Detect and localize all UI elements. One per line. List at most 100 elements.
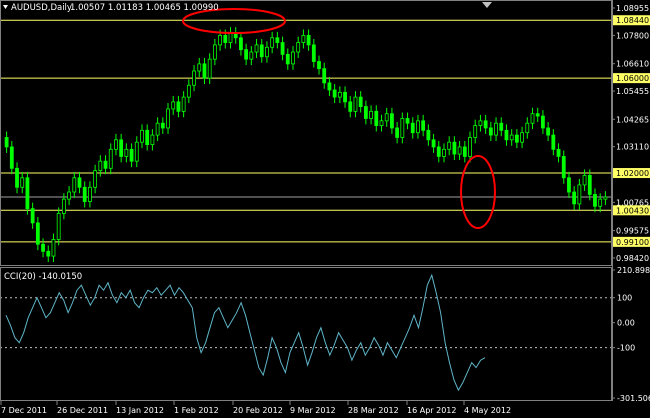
candle-body xyxy=(239,37,243,51)
candle-body xyxy=(322,68,327,84)
candle-body xyxy=(587,175,592,195)
candle-body xyxy=(379,120,384,126)
candle-body xyxy=(155,122,160,136)
candle-body xyxy=(134,141,139,162)
candle-body xyxy=(4,137,9,148)
candle-body xyxy=(15,167,19,188)
cci-line xyxy=(5,273,486,392)
candle-body xyxy=(20,177,25,188)
candle-body xyxy=(301,35,306,43)
price-tick-label: 0.99575 xyxy=(616,227,649,236)
level-price-label: 1.08440 xyxy=(616,16,649,25)
candle-body xyxy=(384,113,389,122)
candle-body xyxy=(254,44,259,53)
candle-body xyxy=(416,120,420,134)
candle-body xyxy=(228,32,233,43)
candle-body xyxy=(306,35,311,46)
candle-body xyxy=(119,139,124,157)
candle-body xyxy=(426,129,431,141)
time-axis-label: 28 Mar 2012 xyxy=(348,406,399,415)
candle-body xyxy=(108,148,113,169)
candle-body xyxy=(488,127,493,136)
candle-body xyxy=(348,101,353,112)
candle-body xyxy=(514,134,519,143)
candle-body xyxy=(212,44,217,60)
candle-body xyxy=(35,222,40,245)
chart-collapse-icon[interactable] xyxy=(3,5,8,9)
candle-body xyxy=(72,177,77,193)
price-tick-label: 1.04265 xyxy=(616,115,649,124)
candle-body xyxy=(473,125,478,138)
candle-body xyxy=(291,51,295,65)
candle-body xyxy=(181,96,186,112)
chart-canvas[interactable]: 1.08955 1.07800 1.06610 1.05455 1.04265 1.031… xyxy=(0,0,650,418)
ohlc-label: 1.00507 1.01183 1.00465 1.00990 xyxy=(70,3,219,13)
candle-body xyxy=(51,239,56,257)
candle-body xyxy=(436,146,441,157)
cci-tick-label: 0.00 xyxy=(617,319,635,328)
candle-body xyxy=(145,129,150,145)
candle-body xyxy=(218,35,222,46)
main-panel-frame xyxy=(0,0,612,266)
candle-body xyxy=(103,160,108,169)
candle-body xyxy=(140,129,144,143)
price-tick-label: 0.98420 xyxy=(616,254,649,263)
level-price-label: 0.99100 xyxy=(616,238,649,247)
candle-body xyxy=(494,122,498,136)
candle-body xyxy=(46,250,51,257)
time-axis-label: 13 Jan 2012 xyxy=(116,406,164,415)
candle-body xyxy=(530,113,535,124)
candle-body xyxy=(405,118,410,124)
bottom-ellipse-annotation[interactable] xyxy=(460,155,496,229)
candle-body xyxy=(598,198,603,207)
chart-shift-icon[interactable] xyxy=(482,2,492,8)
candle-body xyxy=(25,177,30,210)
candle-body xyxy=(509,134,514,141)
time-axis-label: 4 May 2012 xyxy=(464,406,511,415)
time-axis-label: 16 Apr 2012 xyxy=(407,406,456,415)
candle-body xyxy=(369,110,373,119)
candle-body xyxy=(41,243,45,252)
candle-body xyxy=(395,127,400,138)
candle-body xyxy=(275,37,280,43)
candle-body xyxy=(61,198,66,214)
candle-body xyxy=(77,177,82,188)
candle-body xyxy=(577,184,582,205)
candle-body xyxy=(150,134,155,145)
candle-body xyxy=(207,58,212,79)
candle-body xyxy=(374,110,379,126)
candle-body xyxy=(572,191,577,205)
candle-body xyxy=(9,146,14,169)
candle-body xyxy=(285,53,290,65)
candle-body xyxy=(311,44,316,62)
candle-body xyxy=(603,196,608,200)
candle-body xyxy=(56,212,61,240)
candle-body xyxy=(270,37,275,48)
candle-body xyxy=(343,91,347,103)
candle-body xyxy=(520,132,524,143)
candle-body xyxy=(358,96,363,107)
candle-body xyxy=(166,108,170,129)
candle-body xyxy=(593,194,597,207)
level-price-label: 1.00430 xyxy=(616,206,649,215)
candle-body xyxy=(82,186,87,202)
candle-body xyxy=(447,141,452,150)
chart-window[interactable]: 1.08955 1.07800 1.06610 1.05455 1.04265 1.031… xyxy=(0,0,650,418)
price-tick-label: 1.07800 xyxy=(616,31,649,40)
level-price-label: 1.06000 xyxy=(616,74,649,83)
candle-body xyxy=(265,46,269,58)
candle-body xyxy=(410,122,415,134)
candle-body xyxy=(478,120,483,126)
time-axis-label: 7 Dec 2011 xyxy=(1,406,47,415)
candle-body xyxy=(431,139,436,148)
candle-body xyxy=(98,160,103,172)
candle-body xyxy=(582,175,587,186)
candle-body xyxy=(561,156,566,179)
candle-body xyxy=(546,127,551,136)
candle-body xyxy=(400,118,405,138)
candle-body xyxy=(567,177,571,193)
candle-body xyxy=(171,101,176,110)
candle-body xyxy=(483,120,488,129)
candle-body xyxy=(499,122,504,131)
time-axis-label: 9 Mar 2012 xyxy=(290,406,336,415)
